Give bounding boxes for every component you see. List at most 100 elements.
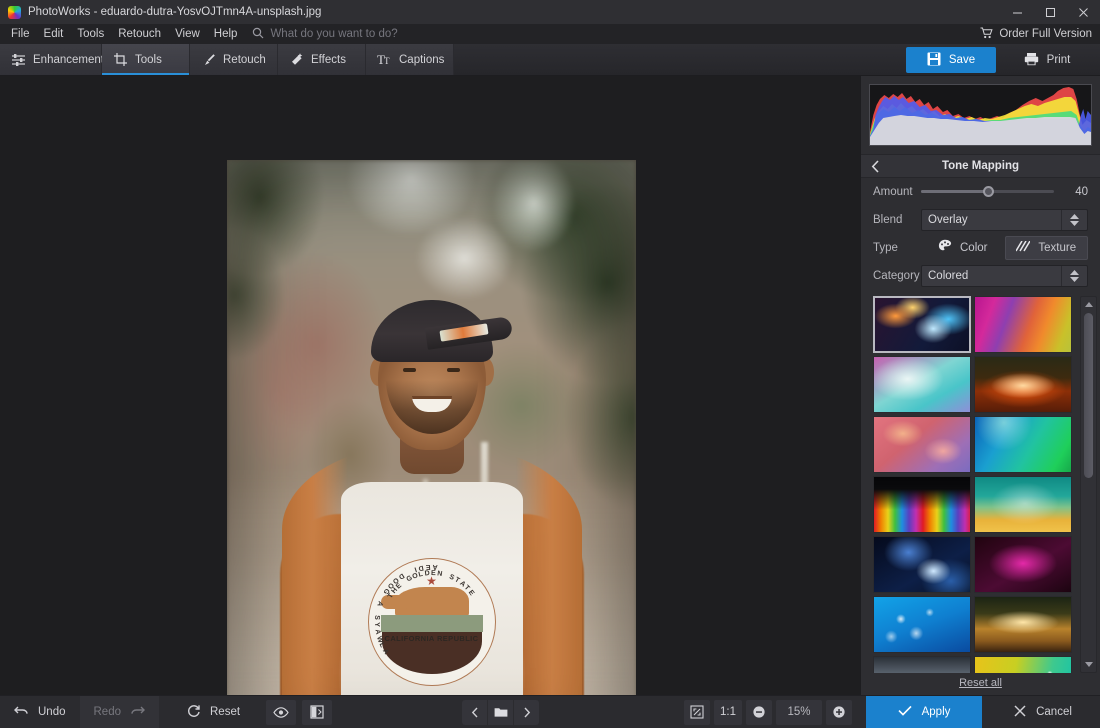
redo-button[interactable]: Redo	[80, 696, 160, 728]
menu-retouch[interactable]: Retouch	[111, 24, 168, 44]
cancel-label: Cancel	[1036, 706, 1072, 718]
reset-icon	[187, 704, 201, 721]
brush-icon	[201, 52, 216, 67]
redo-label: Redo	[94, 706, 122, 718]
undo-button[interactable]: Undo	[0, 696, 80, 728]
tab-effects[interactable]: Effects	[278, 44, 366, 75]
scroll-up-arrow-icon[interactable]	[1081, 298, 1096, 312]
actual-size-button[interactable]: 1:1	[714, 700, 742, 725]
category-select[interactable]: Colored	[921, 265, 1088, 287]
print-label: Print	[1047, 54, 1071, 66]
tab-retouch[interactable]: Retouch	[190, 44, 278, 75]
zoom-controls: 1:1 15%	[684, 700, 852, 725]
preset-thumbnail[interactable]	[974, 416, 1072, 473]
preset-thumbnail[interactable]	[873, 596, 971, 653]
previous-image-button[interactable]	[462, 700, 487, 725]
blend-select[interactable]: Overlay	[921, 209, 1088, 231]
preset-thumbnail[interactable]	[974, 596, 1072, 653]
reset-button[interactable]: Reset	[173, 696, 254, 728]
type-option-color[interactable]: Color	[921, 236, 1005, 260]
panel-back-button[interactable]	[871, 155, 880, 181]
amount-slider[interactable]	[921, 186, 1054, 198]
palette-icon	[938, 239, 952, 256]
zoom-out-button[interactable]	[746, 700, 772, 725]
minimize-button[interactable]	[1001, 0, 1034, 24]
preset-scrollbar-thumb[interactable]	[1084, 313, 1093, 478]
category-label: Category	[873, 270, 921, 282]
save-button[interactable]: Save	[906, 47, 996, 73]
reset-all-link[interactable]: Reset all	[861, 673, 1100, 695]
type-row: Type Color Texture	[873, 234, 1088, 262]
preset-scrollbar[interactable]	[1080, 296, 1097, 673]
tab-enhancement-label: Enhancement	[33, 54, 104, 66]
blend-label: Blend	[873, 214, 921, 226]
cancel-button[interactable]: Cancel	[986, 696, 1100, 728]
tool-tab-bar: Enhancement Tools Retouch Effects TT Cap…	[0, 44, 1100, 76]
window-controls	[1001, 0, 1100, 24]
order-full-version-link[interactable]: Order Full Version	[980, 24, 1092, 44]
menu-file[interactable]: File	[4, 24, 37, 44]
tab-tools[interactable]: Tools	[102, 44, 190, 75]
preset-thumbnail[interactable]	[974, 536, 1072, 593]
maximize-button[interactable]	[1034, 0, 1067, 24]
compare-split-button[interactable]	[302, 700, 332, 725]
preset-thumbnail[interactable]	[974, 356, 1072, 413]
close-button[interactable]	[1067, 0, 1100, 24]
blend-row: Blend Overlay	[873, 206, 1088, 234]
scroll-down-arrow-icon[interactable]	[1081, 657, 1096, 671]
preset-thumbnail[interactable]	[873, 416, 971, 473]
bottom-bar: Undo Redo Reset	[0, 695, 1100, 728]
wand-icon	[289, 52, 304, 67]
type-option-texture[interactable]: Texture	[1005, 236, 1089, 260]
save-label: Save	[949, 54, 975, 66]
fit-to-screen-button[interactable]	[684, 700, 710, 725]
next-image-button[interactable]	[514, 700, 539, 725]
text-icon: TT	[377, 52, 392, 67]
sliders-icon	[11, 52, 26, 67]
image-canvas[interactable]: ★ CALIFORNIA REPUBLIC THE GOLDEN STATE A…	[0, 76, 860, 695]
print-button[interactable]: Print	[1002, 47, 1092, 73]
type-segmented-control: Color Texture	[921, 236, 1088, 260]
blend-value: Overlay	[928, 214, 968, 226]
menu-tools[interactable]: Tools	[70, 24, 111, 44]
apply-label: Apply	[922, 706, 951, 718]
category-row: Category Colored	[873, 262, 1088, 290]
hatch-icon	[1016, 241, 1030, 255]
photo-eye-right	[447, 368, 460, 372]
reset-label: Reset	[210, 706, 240, 718]
blend-spinner-icon[interactable]	[1061, 210, 1087, 230]
open-folder-button[interactable]	[488, 700, 513, 725]
tab-effects-label: Effects	[311, 54, 346, 66]
search-input[interactable]	[270, 28, 500, 40]
category-value: Colored	[928, 270, 968, 282]
preset-thumbnail[interactable]	[974, 476, 1072, 533]
tab-captions[interactable]: TT Captions	[366, 44, 454, 75]
preset-thumbnail[interactable]	[873, 356, 971, 413]
undo-icon	[14, 705, 29, 720]
menu-bar: File Edit Tools Retouch View Help Order …	[0, 24, 1100, 44]
category-spinner-icon[interactable]	[1061, 266, 1087, 286]
preset-thumbnail[interactable]	[873, 536, 971, 593]
title-bar: PhotoWorks - eduardo-dutra-YosvOJTmn4A-u…	[0, 0, 1100, 24]
menu-edit[interactable]: Edit	[37, 24, 71, 44]
zoom-level-value[interactable]: 15%	[776, 700, 822, 725]
preset-thumbnail[interactable]	[873, 656, 971, 673]
search-icon	[252, 27, 264, 42]
zoom-in-button[interactable]	[826, 700, 852, 725]
tab-captions-label: Captions	[399, 54, 444, 66]
preset-thumbnail[interactable]	[974, 296, 1072, 353]
preset-thumbnail[interactable]	[873, 476, 971, 533]
menu-view[interactable]: View	[168, 24, 207, 44]
amount-slider-thumb[interactable]	[983, 186, 994, 197]
preview-toggle-button[interactable]	[266, 700, 296, 725]
tab-enhancement[interactable]: Enhancement	[0, 44, 102, 75]
redo-icon	[130, 705, 145, 720]
apply-button[interactable]: Apply	[866, 696, 982, 728]
preset-grid[interactable]	[873, 296, 1076, 673]
menu-help[interactable]: Help	[207, 24, 245, 44]
preset-thumbnail[interactable]	[873, 296, 971, 353]
photo-tshirt-badge: ★ CALIFORNIA REPUBLIC THE GOLDEN STATE A…	[368, 558, 496, 686]
tab-retouch-label: Retouch	[223, 54, 266, 66]
amount-row: Amount 40	[873, 178, 1088, 206]
preset-thumbnail[interactable]	[974, 656, 1072, 673]
